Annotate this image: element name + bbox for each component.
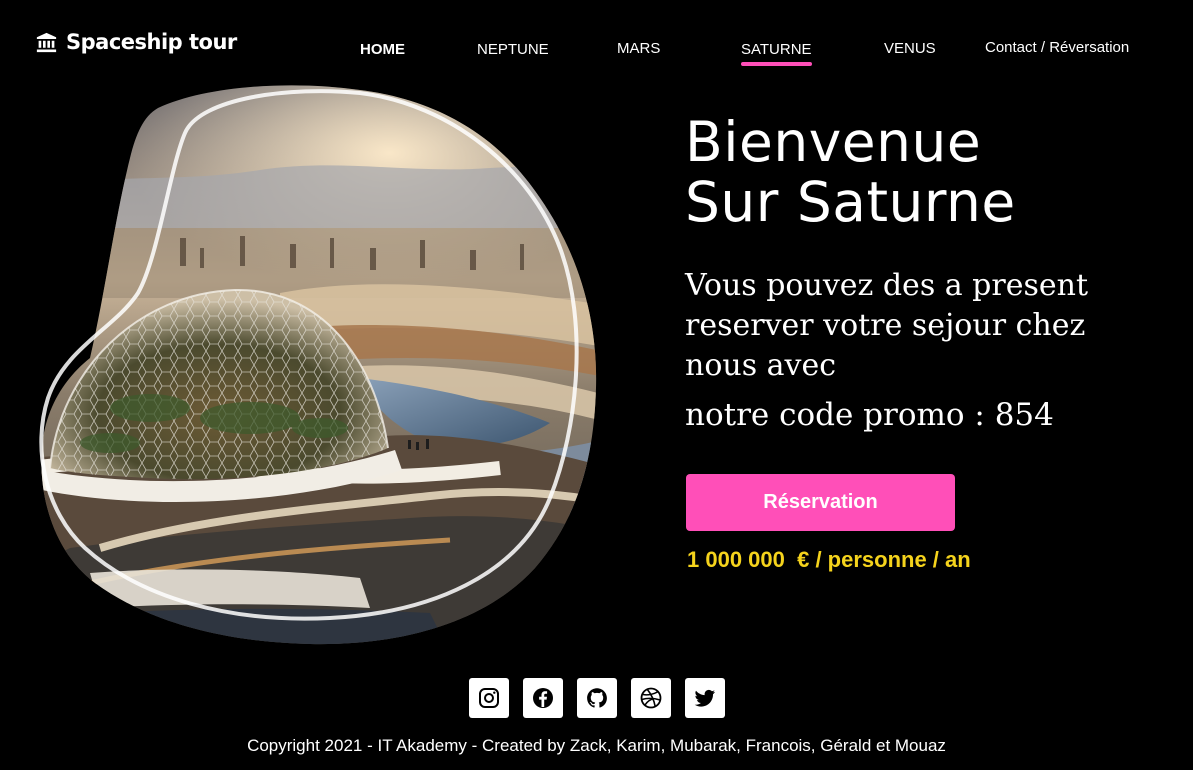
instagram-link[interactable] [469, 678, 509, 718]
hero-title: Bienvenue Sur Saturne [685, 112, 1016, 232]
price-text: 1 000 000 € / personne / an [687, 547, 971, 572]
facebook-icon [533, 688, 553, 708]
instagram-icon [479, 688, 499, 708]
dribbble-link[interactable] [631, 678, 671, 718]
copyright-text: Copyright 2021 - IT Akademy - Created by… [247, 736, 946, 755]
hero-title-line2: Sur Saturne [685, 170, 1016, 234]
dribbble-icon [640, 687, 662, 709]
page: Spaceship tour HOME NEPTUNE MARS SATURNE… [0, 0, 1193, 770]
social-links [469, 678, 725, 718]
twitter-link[interactable] [685, 678, 725, 718]
logo-text: Spaceship tour [66, 30, 237, 54]
nav-item-contact[interactable]: Contact / Réversation [985, 39, 1129, 56]
futuristic-dome-city-image [39, 85, 597, 645]
twitter-icon [694, 689, 715, 707]
reservation-button[interactable]: Réservation [686, 474, 955, 531]
nav-item-mars[interactable]: MARS [617, 40, 660, 57]
github-icon [587, 688, 607, 708]
logo[interactable]: Spaceship tour [36, 30, 237, 54]
nav-item-home[interactable]: HOME [360, 41, 405, 58]
nav-item-venus[interactable]: VENUS [884, 40, 936, 57]
nav-item-neptune[interactable]: NEPTUNE [477, 41, 549, 58]
hero-subtitle: Vous pouvez des a present reserver votre… [685, 268, 1088, 383]
promo-code-text: notre code promo : 854 [685, 397, 1054, 433]
github-link[interactable] [577, 678, 617, 718]
bank-building-icon [36, 32, 57, 52]
hero-title-line1: Bienvenue [685, 110, 982, 174]
nav-item-saturne[interactable]: SATURNE [741, 41, 812, 66]
facebook-link[interactable] [523, 678, 563, 718]
